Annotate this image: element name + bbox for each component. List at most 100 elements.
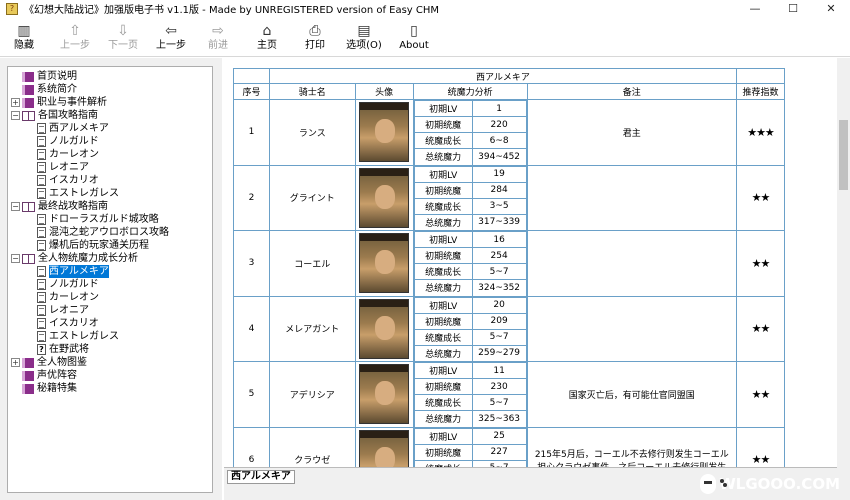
toolbar-button-2[interactable]: ⇩ 下一页 [98,17,148,57]
stats-table: 初期LV 19 初期统魔 284 统魔成长 3~5 总统魔力 317~339 [413,165,527,230]
toolbar-label: 上一步 [60,40,90,51]
stat-value: 230 [471,378,527,395]
tree-item[interactable]: ドローラスガルド城攻略 [11,213,212,226]
stat-value: 11 [471,362,527,379]
stat-row: 初期统魔 209 [413,312,527,330]
page-icon [37,162,46,173]
tree-item[interactable]: カーレオン [11,148,212,161]
tree-item[interactable]: エストレガレス [11,330,212,343]
table-row: 2 グライント 初期LV 19 初期统魔 284 统魔成长 3~5 总统魔力 317~339 ★★ [233,164,785,231]
tree-item[interactable]: − 各国攻略指南 [11,109,212,122]
toolbar-button-0[interactable]: ▥ 隐藏 [0,17,48,57]
print-icon: ⎙ [309,23,321,39]
stat-row: 初期统魔 227 [413,443,527,461]
toolbar-button-1[interactable]: ⇧ 上一步 [52,17,98,57]
maximize-button[interactable]: ☐ [774,0,812,17]
stat-label: 总统魔力 [413,213,473,230]
tree-item[interactable]: ノルガルド [11,278,212,291]
portrait-image [359,429,410,467]
vertical-scrollbar[interactable] [837,58,850,500]
tree-item[interactable]: イスカリオ [11,174,212,187]
stat-value: 220 [471,116,527,133]
tree-item-label: 最终战攻略指南 [38,201,108,212]
tree-item-label: 爆机后的玩家通关历程 [49,240,149,251]
expand-toggle-icon[interactable]: − [11,254,20,263]
help-page-icon: ? [37,344,46,355]
stat-label: 初期统魔 [413,247,473,264]
tree-item[interactable]: + 职业与事件解析 [11,96,212,109]
contents-tree[interactable]: 首页说明 系统简介 + 职业与事件解析 − 各国攻略指南 西アルメキア ノルガルド カーレオンレ… [7,66,213,493]
portrait-image [359,364,410,425]
knight-name: グライント [268,164,356,231]
open-book-icon [22,253,35,264]
tree-item[interactable]: イスカリオ [11,317,212,330]
content-pane: 西アルメキア 序号 骑士名 头像 统魔力分析 备注 推荐指数 1 ランス 初期LV 1 初期统魔 2… [224,58,837,467]
portrait-image [359,233,410,294]
tree-item[interactable]: レオニア [11,161,212,174]
portrait-cell [354,99,414,166]
close-button[interactable]: ✕ [812,0,850,17]
stat-label: 初期LV [413,362,473,379]
tree-item[interactable]: 爆机后的玩家通关历程 [11,239,212,252]
book-icon [22,370,34,381]
tree-item-label: カーレオン [49,292,99,303]
stat-value: 324~352 [471,279,527,296]
tree-item[interactable]: + 全人物图鉴 [11,356,212,369]
table-caption: 西アルメキア [268,68,738,84]
tree-item[interactable]: ノルガルド [11,135,212,148]
tree-item[interactable]: 秘籍特集 [11,382,212,395]
stat-label: 初期LV [413,100,473,117]
stat-value: 5~7 [471,263,527,280]
toolbar-button-5[interactable]: ⌂ 主页 [242,17,292,57]
bottom-tab[interactable]: 西アルメキア [227,470,295,484]
expand-toggle-icon[interactable]: − [11,202,20,211]
tree-item[interactable]: レオニア [11,304,212,317]
tree-item[interactable]: 西アルメキア [11,265,212,278]
scrollbar-thumb[interactable] [839,120,848,190]
watermark-text: WLGOOO.COM [719,475,840,493]
stat-label: 初期统魔 [413,181,473,199]
stat-label: 统魔成长 [413,132,473,149]
tree-item-label: 声优阵容 [37,370,77,381]
stats-cell: 初期LV 20 初期统魔 209 统魔成长 5~7 总统魔力 259~279 [412,295,528,362]
app-icon: ? [6,2,18,15]
tree-item-label: 西アルメキア [49,123,109,134]
page-icon [37,305,46,316]
page-icon [37,266,46,277]
tree-item[interactable]: 系统简介 [11,83,212,96]
knight-name: アデリシア [268,361,356,428]
tree-item-label: レオニア [49,162,89,173]
title-bar: ? 《幻想大陆战记》加强版电子书 v1.1版 - Made by UNREGIS… [0,0,850,17]
toolbar-button-4[interactable]: ⇨ 前进 [194,17,242,57]
tree-item-label: ノルガルド [49,136,99,147]
tree-item[interactable]: 西アルメキア [11,122,212,135]
stats-cell: 初期LV 19 初期统魔 284 统魔成长 3~5 总统魔力 317~339 [412,164,528,231]
toolbar-button-3[interactable]: ⇦ 上一步 [148,17,194,57]
expand-toggle-icon[interactable]: + [11,98,20,107]
expand-toggle-icon[interactable]: − [11,111,20,120]
book-icon [22,383,34,394]
stat-row: 初期LV 25 [413,427,527,445]
tree-item[interactable]: − 全人物统魔力成长分析 [11,252,212,265]
stat-row: 初期统魔 284 [413,181,527,199]
tree-item[interactable]: カーレオン [11,291,212,304]
stat-label: 初期LV [413,296,473,314]
stat-value: 5~7 [471,328,527,346]
tree-item[interactable]: 混沌之蛇アウロボロス攻略 [11,226,212,239]
toolbar-button-6[interactable]: ⎙ 打印 [292,17,338,57]
toolbar-button-8[interactable]: ▯ About [390,17,438,57]
rating-stars: ★★ [736,164,785,231]
minimize-button[interactable]: — [736,0,774,17]
tree-item[interactable]: 首页说明 [11,70,212,83]
tree-item[interactable]: 声优阵容 [11,369,212,382]
stat-label: 总统魔力 [413,279,473,296]
toolbar-button-7[interactable]: ▤ 选项(O) [338,17,390,57]
tree-item[interactable]: ? 在野武将 [11,343,212,356]
tree-item[interactable]: エストレガレス [11,187,212,200]
expand-toggle-icon[interactable]: + [11,358,20,367]
stat-value: 227 [471,443,527,461]
tree-item[interactable]: − 最终战攻略指南 [11,200,212,213]
stat-row: 初期统魔 230 [413,378,527,395]
stat-row: 统魔成长 3~5 [413,197,527,215]
portrait-image [359,167,410,228]
